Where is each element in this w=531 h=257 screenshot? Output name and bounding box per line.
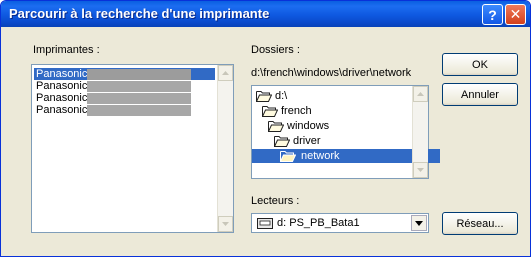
folder-tree-item[interactable]: french [262, 104, 312, 118]
folder-name: network [299, 149, 342, 163]
current-path: d:\french\windows\driver\network [251, 67, 412, 79]
folder-tree-item[interactable]: windows [268, 119, 329, 133]
printer-name: Panasonic [36, 68, 88, 80]
drive-icon [257, 218, 273, 229]
folder-tree-item[interactable]: driver [274, 134, 321, 148]
window-title: Parcourir à la recherche d'une imprimant… [9, 6, 270, 21]
redacted-model-bar [87, 81, 191, 92]
folder-tree-item[interactable]: d:\ [256, 89, 287, 103]
chevron-down-icon [222, 222, 229, 226]
drives-label: Lecteurs : [251, 195, 300, 207]
open-folder-icon [256, 91, 272, 102]
printer-list-item[interactable]: Panasonic [34, 80, 215, 92]
redacted-model-bar [87, 105, 191, 116]
open-folder-icon [268, 121, 284, 132]
printers-label: Imprimantes : [33, 44, 100, 56]
cancel-button[interactable]: Annuler [442, 83, 518, 106]
printer-list-item[interactable]: Panasonic [34, 68, 215, 80]
folder-name: driver [293, 135, 321, 147]
printer-name: Panasonic [36, 80, 88, 92]
redacted-model-bar [87, 93, 191, 104]
printers-scrollbar[interactable] [217, 65, 233, 232]
close-icon: ✕ [509, 6, 522, 22]
chevron-up-icon [222, 71, 229, 75]
folders-tree[interactable]: d:\ french windows driver network [251, 85, 440, 179]
printer-name: Panasonic [36, 92, 88, 104]
browse-printer-dialog: Parcourir à la recherche d'une imprimant… [0, 0, 531, 257]
printer-list-item[interactable]: Panasonic [34, 104, 215, 116]
scroll-down-button[interactable] [413, 162, 428, 178]
chevron-down-icon [415, 220, 423, 226]
printers-list[interactable]: Panasonic Panasonic Panasonic Panasonic [31, 64, 234, 233]
printer-list-item[interactable]: Panasonic [34, 92, 215, 104]
open-folder-icon [274, 136, 290, 147]
scroll-up-button[interactable] [218, 65, 233, 81]
title-bar[interactable]: Parcourir à la recherche d'une imprimant… [1, 1, 530, 27]
drives-dropdown-button[interactable] [411, 215, 427, 231]
scroll-down-button[interactable] [218, 216, 233, 232]
help-icon: ? [488, 6, 497, 23]
folder-name: d:\ [275, 90, 288, 102]
help-button[interactable]: ? [482, 4, 503, 25]
ok-button[interactable]: OK [442, 53, 518, 76]
folders-scrollbar[interactable] [412, 86, 428, 178]
chevron-down-icon [417, 168, 424, 172]
redacted-model-bar [87, 69, 191, 80]
printer-name: Panasonic [36, 104, 88, 116]
scroll-up-button[interactable] [413, 86, 428, 102]
chevron-up-icon [417, 92, 424, 96]
open-folder-icon [280, 151, 296, 162]
folder-name: windows [287, 120, 330, 132]
close-button[interactable]: ✕ [505, 4, 526, 25]
open-folder-icon [262, 106, 278, 117]
drives-dropdown[interactable]: d: PS_PB_Bata1 [251, 213, 429, 233]
drives-selected-value: d: PS_PB_Bata1 [277, 217, 360, 229]
folders-label: Dossiers : [251, 44, 300, 56]
network-button[interactable]: Réseau... [442, 212, 518, 235]
folder-name: french [281, 105, 312, 117]
